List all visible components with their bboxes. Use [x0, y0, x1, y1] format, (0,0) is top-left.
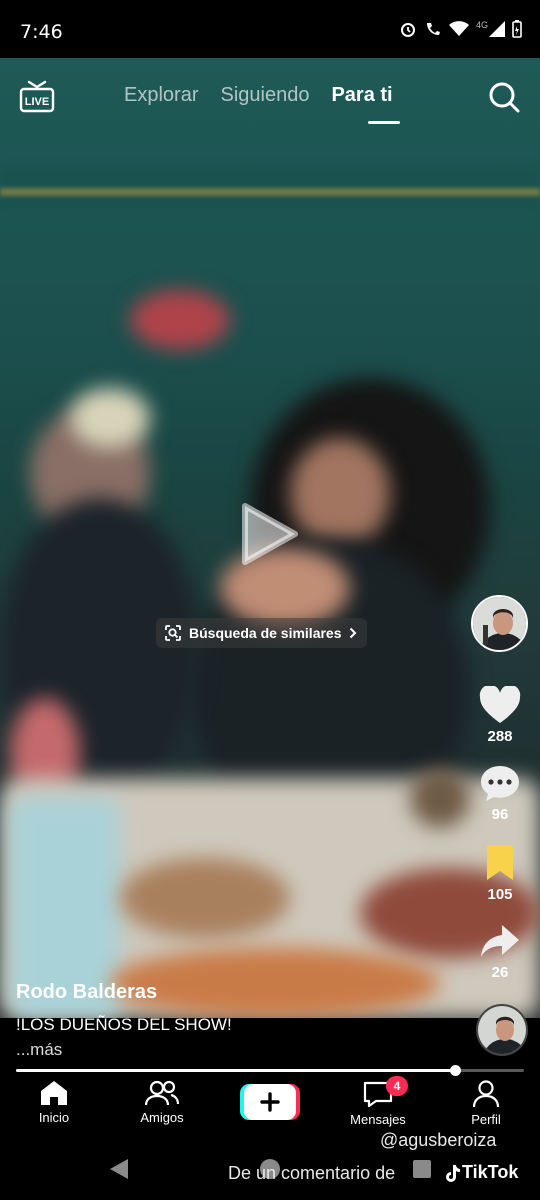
nav-friends[interactable]: Amigos — [117, 1080, 207, 1125]
video-can — [410, 768, 470, 828]
comment-icon — [481, 766, 519, 801]
bottom-nav: Inicio Amigos Mensajes 4 Perfil — [0, 1076, 540, 1136]
music-disc-avatar[interactable] — [476, 1004, 528, 1056]
profile-icon — [472, 1080, 500, 1108]
play-icon[interactable] — [241, 500, 299, 568]
caption-more-link[interactable]: ...más — [16, 1040, 62, 1060]
save-button[interactable]: 105 — [470, 844, 530, 903]
video-pizza — [110, 948, 440, 1018]
author-avatar[interactable] — [471, 595, 528, 652]
video-caption: !LOS DUEÑOS DEL SHOW! — [16, 1015, 232, 1034]
tab-para-ti[interactable]: Para ti — [331, 84, 392, 107]
heart-icon — [479, 686, 521, 723]
comment-count: 96 — [491, 806, 509, 823]
video-plate-food — [120, 858, 290, 938]
author-name[interactable]: Rodo Balderas — [16, 981, 157, 1004]
share-button[interactable]: 26 — [470, 922, 530, 981]
video-progress-fill — [16, 1069, 456, 1072]
back-icon[interactable] — [108, 1157, 130, 1181]
video-light-blob — [130, 290, 230, 350]
nav-home[interactable]: Inicio — [9, 1080, 99, 1125]
tab-explorar[interactable]: Explorar — [124, 84, 198, 107]
nav-friends-label: Amigos — [140, 1110, 184, 1125]
chevron-right-icon — [349, 627, 356, 639]
search-icon[interactable] — [487, 80, 521, 114]
share-count: 26 — [491, 964, 509, 981]
watermark-brand: TikTok — [444, 1162, 518, 1183]
nav-messages[interactable]: Mensajes — [333, 1080, 423, 1127]
video-progress-knob[interactable] — [450, 1065, 462, 1076]
signal-icon — [489, 21, 505, 37]
share-icon — [481, 925, 519, 957]
watermark-text: De un comentario de — [228, 1163, 396, 1183]
nav-home-label: Inicio — [38, 1110, 70, 1125]
status-icons: 4G — [399, 20, 522, 38]
status-time: 7:46 — [20, 21, 63, 43]
video-wall-trim — [0, 188, 540, 196]
watermark-brand-label: TikTok — [462, 1162, 519, 1182]
battery-icon — [512, 20, 522, 38]
video-woman-flower — [70, 388, 150, 448]
comment-button[interactable]: 96 — [470, 764, 530, 823]
wifi-call-icon — [426, 23, 440, 35]
live-button[interactable]: LIVE — [19, 80, 55, 114]
image-search-icon — [165, 625, 181, 641]
top-tabs: Explorar Siguiendo Para ti — [124, 84, 393, 107]
home-icon — [41, 1081, 67, 1105]
tiktok-logo-icon — [446, 1164, 460, 1182]
video-progress-bar[interactable] — [16, 1065, 524, 1076]
like-count: 288 — [487, 728, 513, 745]
active-tab-indicator — [368, 121, 400, 124]
similar-search-label: Búsqueda de similares — [189, 625, 342, 641]
nav-profile[interactable]: Perfil — [441, 1080, 531, 1127]
friends-icon — [145, 1080, 179, 1106]
create-button[interactable] — [240, 1084, 300, 1120]
messages-badge: 4 — [386, 1076, 408, 1096]
network-type: 4G — [475, 20, 488, 30]
save-count: 105 — [487, 886, 513, 903]
status-bar: 7:46 4G — [0, 0, 540, 58]
similar-search-button[interactable]: Búsqueda de similares — [156, 618, 367, 648]
live-label: LIVE — [25, 96, 49, 108]
bookmark-icon — [487, 845, 513, 880]
video-person-face — [290, 438, 390, 548]
tab-siguiendo[interactable]: Siguiendo — [220, 84, 309, 107]
nav-messages-label: Mensajes — [350, 1112, 406, 1127]
wifi-icon — [448, 21, 469, 36]
nav-profile-label: Perfil — [471, 1112, 501, 1127]
alarm-icon — [400, 23, 415, 37]
recents-icon[interactable] — [412, 1159, 432, 1179]
music-avatar-image — [478, 1006, 526, 1054]
like-button[interactable]: 288 — [470, 686, 530, 745]
